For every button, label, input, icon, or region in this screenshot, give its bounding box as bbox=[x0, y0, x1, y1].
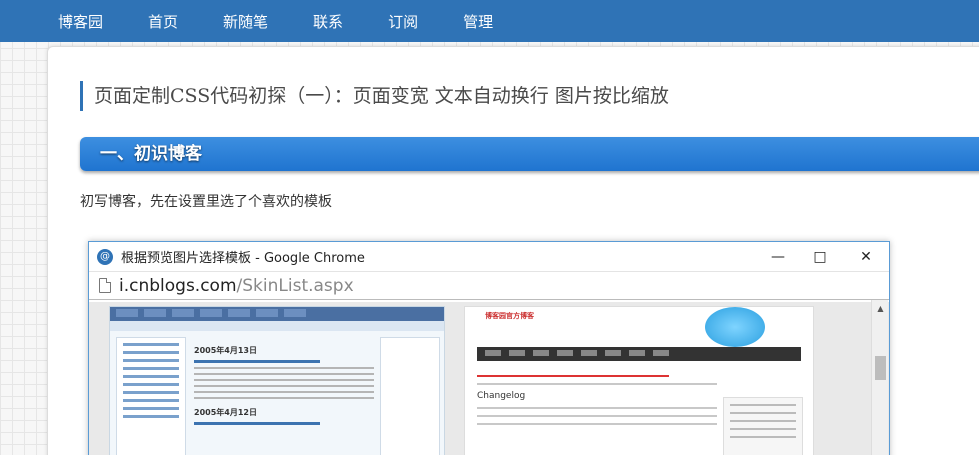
nav-item-home[interactable]: 首页 bbox=[148, 11, 178, 32]
post-card: 页面定制CSS代码初探（一）：页面变宽 文本自动换行 图片按比缩放 一、初识博客… bbox=[47, 46, 979, 455]
scroll-up-icon[interactable]: ▲ bbox=[872, 300, 889, 317]
template-preview-right[interactable]: 博客园官方博客 Changelog bbox=[464, 306, 814, 455]
post-paragraph: 初写博客，先在设置里选了个喜欢的模板 bbox=[80, 194, 332, 210]
skin-list-content: 2005年4月13日 2005年4月12日 博客园官方博客 Changelog bbox=[89, 302, 889, 455]
preview-date: 2005年4月12日 bbox=[194, 408, 257, 417]
preview-right-column bbox=[380, 337, 440, 455]
preview-date: 2005年4月13日 bbox=[194, 346, 257, 355]
url-path: /SkinList.aspx bbox=[236, 275, 354, 296]
page-icon bbox=[99, 278, 111, 293]
mascot-icon bbox=[705, 307, 765, 347]
preview-main: 2005年4月13日 2005年4月12日 bbox=[194, 337, 374, 455]
close-icon[interactable]: ✕ bbox=[843, 242, 889, 272]
preview-heading: Changelog bbox=[477, 391, 526, 401]
preview-nav-bar bbox=[110, 307, 444, 321]
preview-header: 博客园官方博客 bbox=[465, 307, 813, 347]
maximize-icon[interactable]: □ bbox=[797, 242, 843, 272]
preview-nav-bar bbox=[477, 347, 801, 361]
minimize-icon[interactable]: — bbox=[755, 242, 801, 272]
preview-article: Changelog bbox=[477, 369, 717, 431]
top-navigation: 博客园 首页 新随笔 联系 订阅 管理 bbox=[0, 0, 979, 42]
cnblogs-logo-icon: @ bbox=[97, 248, 113, 265]
section-heading: 一、初识博客 bbox=[80, 137, 979, 171]
template-preview-left[interactable]: 2005年4月13日 2005年4月12日 bbox=[109, 306, 445, 455]
preview-site-title: 博客园官方博客 bbox=[485, 312, 534, 320]
nav-item-contact[interactable]: 联系 bbox=[313, 11, 343, 32]
address-bar[interactable]: i.cnblogs.com/SkinList.aspx bbox=[89, 272, 889, 300]
page-scrollbar[interactable]: ▲ bbox=[871, 300, 888, 455]
scrollbar-thumb[interactable] bbox=[875, 356, 886, 380]
nav-item-manage[interactable]: 管理 bbox=[463, 11, 493, 32]
preview-side-panel bbox=[723, 397, 803, 455]
url-host: i.cnblogs.com bbox=[119, 275, 237, 296]
preview-sidebar bbox=[116, 337, 186, 455]
post-title[interactable]: 页面定制CSS代码初探（一）：页面变宽 文本自动换行 图片按比缩放 bbox=[80, 81, 669, 111]
nav-item-subscribe[interactable]: 订阅 bbox=[388, 11, 418, 32]
chrome-window-title: 根据预览图片选择模板 - Google Chrome bbox=[121, 251, 365, 266]
chrome-titlebar: @ 根据预览图片选择模板 - Google Chrome — □ ✕ bbox=[89, 242, 889, 272]
nav-item-cnblogs[interactable]: 博客园 bbox=[58, 11, 103, 32]
nav-item-new-post[interactable]: 新随笔 bbox=[223, 11, 268, 32]
chrome-screenshot-window: @ 根据预览图片选择模板 - Google Chrome — □ ✕ i.cnb… bbox=[88, 241, 890, 455]
preview-subnav bbox=[110, 321, 444, 331]
